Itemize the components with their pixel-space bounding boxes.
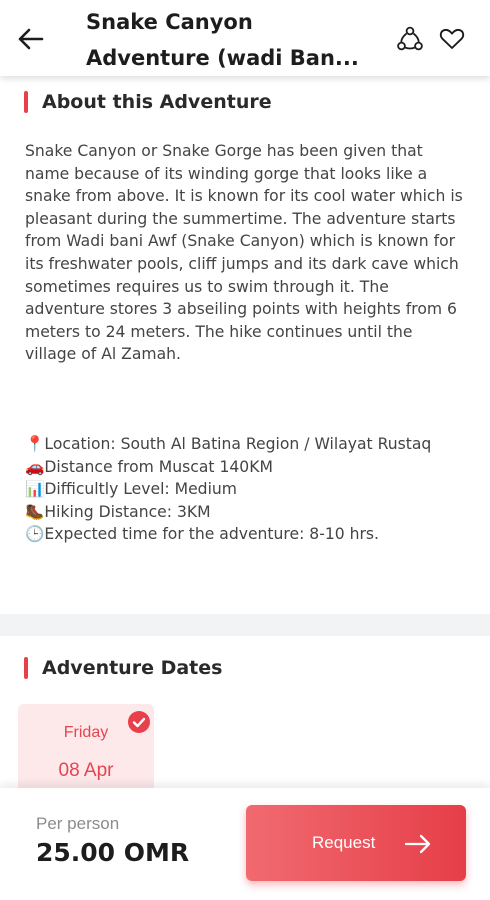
price-value: 25.00 OMR <box>36 838 190 867</box>
date-value: 08 Apr <box>58 760 114 781</box>
about-section-header: About this Adventure <box>24 87 272 117</box>
section-accent-bar <box>24 657 28 679</box>
detail-expected-time: 🕒Expected time for the adventure: 8-10 h… <box>25 525 380 544</box>
request-button[interactable]: Request <box>246 805 466 881</box>
detail-distance: 🚗Distance from Muscat 140KM <box>25 457 273 476</box>
request-label: Request <box>312 833 376 852</box>
title-line-1: Snake Canyon <box>86 10 253 34</box>
page-title: Snake Canyon Adventure (wadi Ban... <box>86 4 376 76</box>
dates-section-header: Adventure Dates <box>24 653 222 683</box>
about-heading: About this Adventure <box>42 91 272 113</box>
adventure-details: 📍Location: South Al Batina Region / Wila… <box>25 433 465 546</box>
section-accent-bar <box>24 91 28 113</box>
detail-location: 📍Location: South Al Batina Region / Wila… <box>25 435 432 453</box>
per-person-label: Per person <box>36 814 120 833</box>
app-header: Snake Canyon Adventure (wadi Ban... <box>0 0 490 76</box>
heart-icon <box>439 28 465 49</box>
title-line-2: Adventure (wadi Ban... <box>86 46 359 70</box>
share-button[interactable] <box>396 25 424 53</box>
date-day: Friday <box>63 724 109 741</box>
about-description: Snake Canyon or Snake Gorge has been giv… <box>25 142 463 364</box>
dates-heading: Adventure Dates <box>42 657 223 679</box>
section-divider <box>0 614 490 636</box>
detail-difficulty: 📊Difficultly Level: Medium <box>25 480 237 499</box>
arrow-right-icon <box>404 834 431 854</box>
detail-hiking-distance: 🥾Hiking Distance: 3KM <box>25 502 211 521</box>
favorite-button[interactable] <box>438 25 466 53</box>
booking-footer: Per person 25.00 OMR Request <box>0 788 490 900</box>
back-button[interactable] <box>14 22 48 56</box>
share-icon <box>397 26 423 51</box>
arrow-left-icon <box>18 28 44 50</box>
